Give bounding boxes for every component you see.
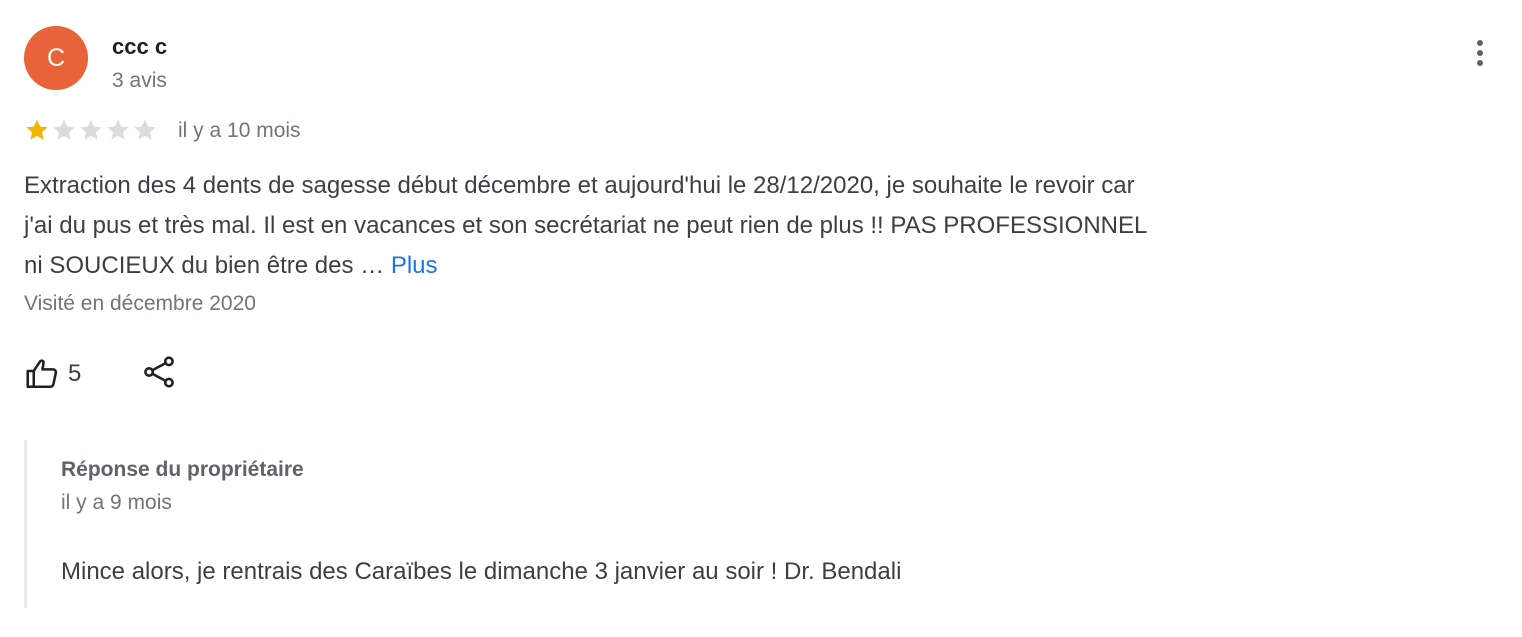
like-count: 5: [68, 360, 82, 387]
owner-reply-title: Réponse du propriétaire: [61, 458, 304, 481]
star-empty-icon: [107, 119, 129, 140]
visit-date: Visité en décembre 2020: [24, 292, 256, 315]
share-button[interactable]: [142, 354, 176, 390]
share-icon: [142, 354, 176, 390]
star-rating: [24, 117, 158, 145]
like-button[interactable]: 5: [24, 354, 81, 394]
review-text: Extraction des 4 dents de sagesse début …: [24, 166, 1364, 286]
star-empty-icon: [80, 119, 102, 140]
review-text-excerpt: ni SOUCIEUX du bien être des …: [24, 252, 385, 279]
review-text-line: Extraction des 4 dents de sagesse début …: [24, 172, 1135, 199]
review-date: il y a 10 mois: [178, 119, 301, 142]
author-review-count: 3 avis: [112, 69, 167, 92]
star-filled-icon: [26, 119, 48, 140]
star-empty-icon: [134, 119, 156, 140]
review-text-line: j'ai du pus et très mal. Il est en vacan…: [24, 212, 1148, 239]
owner-reply-date: il y a 9 mois: [61, 491, 172, 514]
owner-reply: Réponse du propriétaire il y a 9 mois Mi…: [24, 440, 1127, 608]
author-name[interactable]: ccc c: [112, 34, 167, 60]
review-text-line: ni SOUCIEUX du bien être des … Plus: [24, 246, 1364, 286]
thumb-up-icon: [24, 356, 60, 392]
avatar[interactable]: C: [24, 26, 88, 90]
star-empty-icon: [53, 119, 75, 140]
read-more-link[interactable]: Plus: [391, 252, 438, 279]
more-options-button[interactable]: [1464, 36, 1496, 70]
owner-reply-text: Mince alors, je rentrais des Caraïbes le…: [61, 558, 902, 585]
